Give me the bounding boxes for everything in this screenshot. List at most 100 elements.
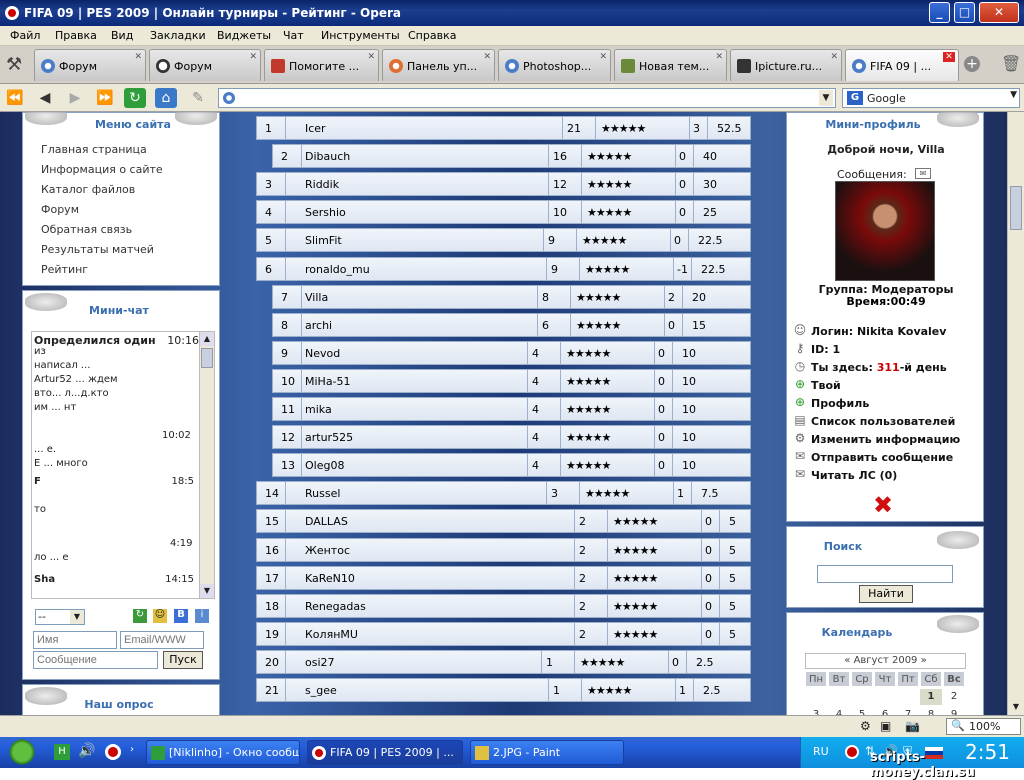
profile-link-profile[interactable]: Профиль <box>811 397 869 410</box>
menu-widgets[interactable]: Виджеты <box>217 29 271 42</box>
menu-link-files[interactable]: Каталог файлов <box>41 183 135 196</box>
quicklaunch-icon[interactable]: Н <box>54 744 70 760</box>
menu-link-results[interactable]: Результаты матчей <box>41 243 154 256</box>
language-indicator[interactable]: RU <box>813 745 829 758</box>
dropdown-arrow-icon[interactable]: ▼ <box>1010 90 1017 100</box>
envelope-icon[interactable]: ✉ <box>915 168 931 179</box>
profile-link-pm[interactable]: Читать ЛС (0) <box>811 469 897 482</box>
menu-edit[interactable]: Правка <box>55 29 97 42</box>
player-name-cell[interactable]: Riddik <box>305 178 339 191</box>
tab-close-icon[interactable]: ✕ <box>134 52 142 62</box>
tab-new-topic[interactable]: Новая тем... ✕ <box>614 49 727 81</box>
chat-message-input[interactable] <box>33 651 158 669</box>
chat-name-input[interactable] <box>33 631 117 649</box>
zoom-select[interactable]: 🔍 100% <box>946 718 1021 735</box>
search-field[interactable]: G Google ▼ <box>842 88 1020 108</box>
page-scrollbar[interactable]: ▼ <box>1007 112 1024 715</box>
calendar-day[interactable]: 5 <box>851 707 873 715</box>
chevron-right-icon[interactable]: › <box>130 744 134 755</box>
site-search-button[interactable]: Найти <box>859 585 913 603</box>
tab-close-icon[interactable]: ✕ <box>715 52 723 62</box>
bold-icon[interactable]: B <box>174 609 188 623</box>
menu-link-about[interactable]: Информация о сайте <box>41 163 163 176</box>
player-name-cell[interactable]: Sershio <box>305 206 346 219</box>
next-month-icon[interactable]: » <box>921 655 927 666</box>
tab-help[interactable]: Помогите ... ✕ <box>264 49 379 81</box>
close-button[interactable]: ✕ <box>979 2 1019 23</box>
reload-icon[interactable]: ↻ <box>124 88 146 108</box>
fast-forward-icon[interactable]: ⏩ <box>94 88 116 108</box>
profile-link-send[interactable]: Отправить сообщение <box>811 451 953 464</box>
player-name-cell[interactable]: KaReN10 <box>305 572 355 585</box>
menu-chat[interactable]: Чат <box>283 29 304 42</box>
calendar-day[interactable]: 4 <box>828 707 850 715</box>
player-name-cell[interactable]: osi27 <box>305 656 335 669</box>
player-name-cell[interactable]: Жентос <box>305 544 350 557</box>
menu-link-rating[interactable]: Рейтинг <box>41 263 88 276</box>
calendar-day[interactable]: 6 <box>874 707 896 715</box>
profile-link-your[interactable]: Твой <box>811 379 841 392</box>
player-name-cell[interactable]: Russel <box>305 487 340 500</box>
settings-icon[interactable]: ⚙ <box>860 719 871 733</box>
player-name-cell[interactable]: КолянMU <box>305 628 358 641</box>
opera-tray-icon[interactable] <box>845 745 859 759</box>
tab-close-icon[interactable]: ✕ <box>830 52 838 62</box>
menu-view[interactable]: Вид <box>111 29 133 42</box>
menu-link-feedback[interactable]: Обратная связь <box>41 223 132 236</box>
start-button[interactable] <box>0 737 45 768</box>
tab-forum-1[interactable]: Форум ✕ <box>34 49 146 81</box>
calendar-day[interactable]: 7 <box>897 707 919 715</box>
calendar-day[interactable]: 3 <box>805 707 827 715</box>
opera-logo-icon[interactable] <box>105 744 121 760</box>
scroll-up-icon[interactable]: ▲ <box>200 332 214 346</box>
camera-icon[interactable]: 📷 <box>905 719 920 733</box>
menu-help[interactable]: Справка <box>408 29 456 42</box>
info-icon[interactable]: i <box>195 609 209 623</box>
avatar[interactable] <box>835 181 935 281</box>
minimize-button[interactable]: _ <box>929 2 950 23</box>
new-tab-icon[interactable]: + <box>964 56 980 72</box>
calendar-day[interactable]: 1 <box>920 689 942 705</box>
dropdown-arrow-icon[interactable]: ▼ <box>819 90 833 106</box>
calendar-day[interactable]: 8 <box>920 707 942 715</box>
scroll-down-icon[interactable]: ▼ <box>200 584 214 598</box>
chat-select[interactable]: -- ▼ <box>35 609 85 625</box>
menu-bookmarks[interactable]: Закладки <box>150 29 206 42</box>
player-name-cell[interactable]: SlimFit <box>305 234 342 247</box>
taskbar-item-opera[interactable]: FIFA 09 | PES 2009 | ... <box>307 740 463 765</box>
panel-toggle-icon[interactable]: ⚒ <box>6 54 22 75</box>
tab-close-icon[interactable]: ✕ <box>367 52 375 62</box>
home-icon[interactable]: ⌂ <box>155 88 177 108</box>
player-name-cell[interactable]: artur525 <box>305 431 353 444</box>
scroll-down-icon[interactable]: ▼ <box>1008 699 1024 715</box>
tab-forum-2[interactable]: Форум ✕ <box>149 49 261 81</box>
panel-icon[interactable]: ▣ <box>880 719 891 733</box>
trash-icon[interactable]: 🗑 <box>1001 54 1021 73</box>
chat-scrollbar[interactable]: ▲ ▼ <box>199 332 214 598</box>
forward-icon[interactable]: ▶ <box>64 88 86 108</box>
profile-link-edit[interactable]: Изменить информацию <box>811 433 960 446</box>
smiley-icon[interactable]: ☺ <box>153 609 167 623</box>
prev-month-icon[interactable]: « <box>844 655 850 666</box>
tab-close-icon[interactable]: ✕ <box>483 52 491 62</box>
player-name-cell[interactable]: Villa <box>305 291 328 304</box>
calendar-day[interactable]: 2 <box>943 689 965 705</box>
player-name-cell[interactable]: DALLAS <box>305 515 348 528</box>
player-name-cell[interactable]: MiHa-51 <box>305 375 351 388</box>
dropdown-arrow-icon[interactable]: ▼ <box>70 610 84 624</box>
tab-ipicture[interactable]: Ipicture.ru... ✕ <box>730 49 842 81</box>
calendar-day[interactable]: 9 <box>943 707 965 715</box>
menu-file[interactable]: Файл <box>10 29 40 42</box>
player-name-cell[interactable]: Renegadas <box>305 600 366 613</box>
maximize-button[interactable]: □ <box>954 2 975 23</box>
player-name-cell[interactable]: mika <box>305 403 332 416</box>
scroll-thumb[interactable] <box>1010 186 1022 230</box>
logout-icon[interactable]: ✖ <box>873 491 893 519</box>
edit-icon[interactable]: ✎ <box>187 88 209 108</box>
refresh-icon[interactable]: ↻ <box>133 609 147 623</box>
tab-fifa[interactable]: FIFA 09 | ... ✕ <box>845 49 959 81</box>
back-icon[interactable]: ◀ <box>34 88 56 108</box>
menu-tools[interactable]: Инструменты <box>321 29 400 42</box>
player-name-cell[interactable]: Oleg08 <box>305 459 344 472</box>
scroll-thumb[interactable] <box>201 348 213 368</box>
